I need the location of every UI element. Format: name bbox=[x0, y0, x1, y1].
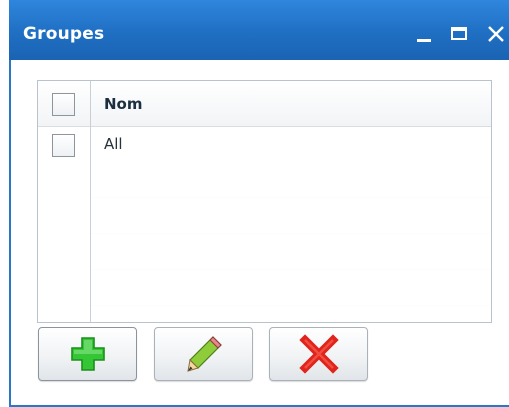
select-all-checkbox[interactable] bbox=[52, 93, 75, 116]
plus-icon bbox=[70, 337, 105, 371]
minimize-button[interactable] bbox=[411, 20, 437, 46]
delete-button[interactable] bbox=[269, 327, 368, 381]
close-button[interactable] bbox=[483, 20, 509, 46]
close-icon bbox=[488, 26, 504, 42]
row-checkbox[interactable] bbox=[52, 134, 75, 157]
row-name-cell: All bbox=[104, 135, 123, 153]
maximize-button[interactable] bbox=[446, 20, 472, 46]
titlebar[interactable]: Groupes bbox=[9, 0, 509, 60]
empty-grid-area bbox=[91, 162, 491, 322]
groups-grid: Nom All bbox=[37, 80, 492, 323]
window-title: Groupes bbox=[23, 24, 105, 44]
column-header-nom[interactable]: Nom bbox=[104, 95, 143, 113]
red-x-icon bbox=[298, 334, 339, 374]
grid-header: Nom bbox=[38, 81, 491, 127]
groupes-window: Groupes Nom All bbox=[9, 0, 509, 407]
window-content: Nom All bbox=[11, 60, 509, 405]
edit-button[interactable] bbox=[154, 327, 253, 381]
table-row[interactable]: All bbox=[38, 126, 491, 162]
pencil-icon bbox=[186, 336, 222, 372]
add-button[interactable] bbox=[38, 327, 137, 381]
